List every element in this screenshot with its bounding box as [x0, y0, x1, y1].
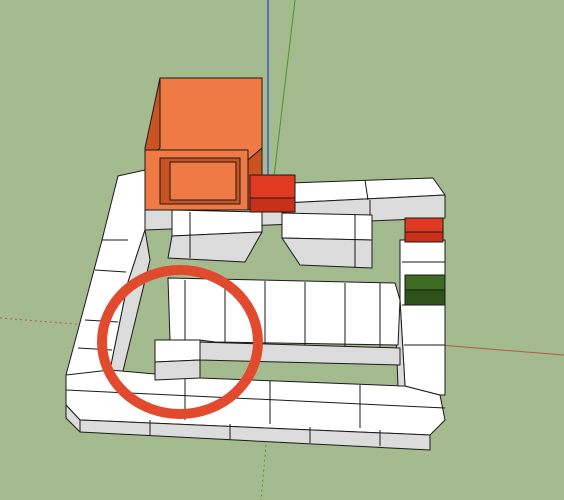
viewport-canvas[interactable]: [0, 0, 564, 500]
red-block-back[interactable]: [249, 174, 296, 213]
orange-block[interactable]: [144, 77, 263, 211]
red-axis: [439, 344, 564, 356]
green-block[interactable]: [404, 274, 446, 306]
right-wall[interactable]: [394, 239, 446, 396]
corner-block[interactable]: [154, 339, 201, 381]
front-wall[interactable]: [65, 369, 446, 451]
interior-block-right[interactable]: [281, 212, 373, 269]
center-wall[interactable]: [167, 277, 401, 378]
red-block-right[interactable]: [404, 217, 444, 243]
3d-modeling-viewport[interactable]: [0, 0, 564, 500]
interior-block-left[interactable]: [167, 209, 263, 263]
